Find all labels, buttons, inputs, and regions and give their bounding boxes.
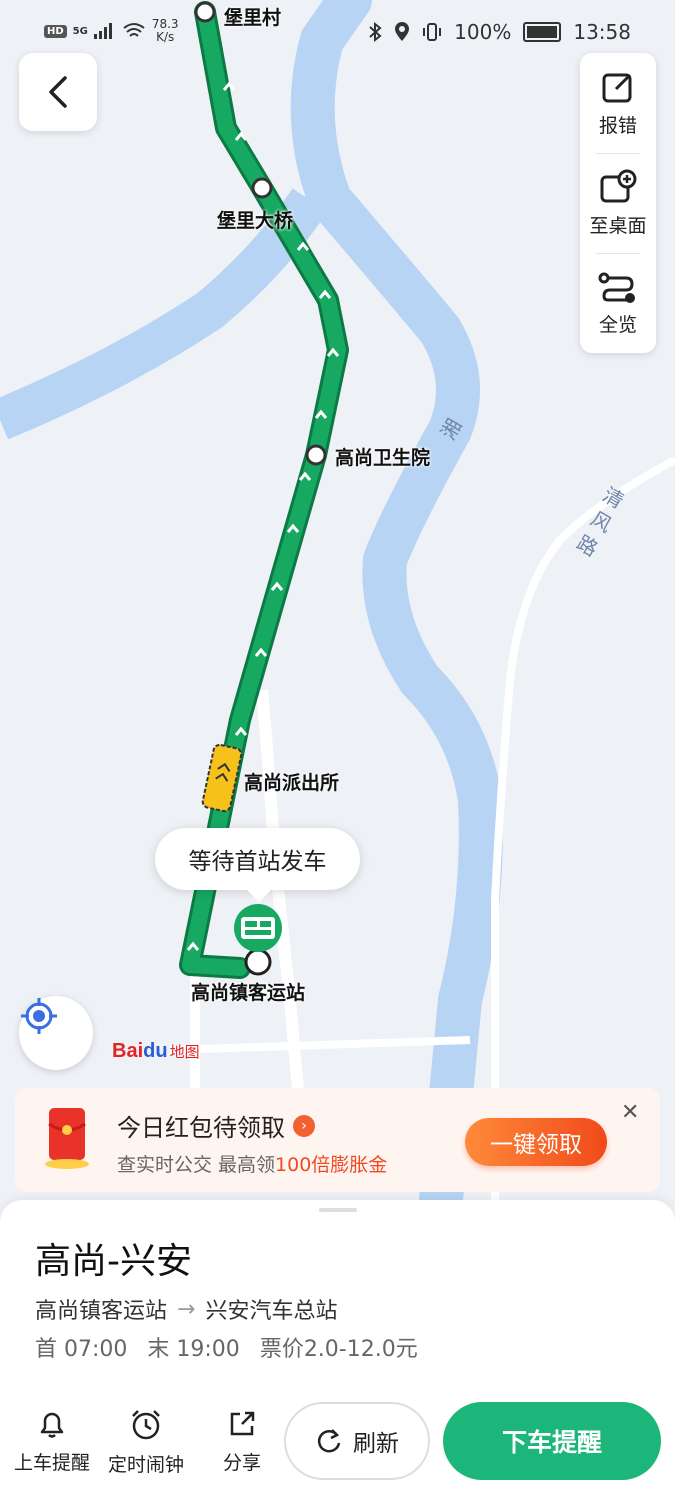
add-to-desktop-button[interactable]: 至桌面: [580, 153, 656, 253]
action-label: 定时闹钟: [108, 1454, 185, 1476]
close-icon[interactable]: ✕: [621, 1100, 639, 1125]
promo-subtitle: 查实时公交 最高领100倍膨胀金: [117, 1150, 387, 1177]
red-envelope-icon: [45, 1108, 89, 1169]
promo-title-row: 今日红包待领取 ›: [117, 1108, 315, 1143]
red-packet-banner[interactable]: 今日红包待领取 › 查实时公交 最高领100倍膨胀金 一键领取 ✕: [15, 1088, 660, 1192]
wifi-icon: [123, 23, 145, 37]
map-toolbar: 报错 至桌面 全览: [580, 53, 656, 353]
network-type: 5G: [72, 25, 88, 37]
vibrate-icon: [423, 23, 442, 41]
get-off-reminder-button[interactable]: 下车提醒: [443, 1402, 661, 1480]
locate-button[interactable]: [19, 996, 93, 1070]
stop-label-baolidaqiao: 堡里大桥: [217, 210, 294, 232]
action-label: 分享: [223, 1452, 262, 1474]
stop-marker: [305, 444, 327, 466]
report-error-button[interactable]: 报错: [580, 53, 656, 153]
bell-icon: [40, 1412, 64, 1438]
status-bar: HD 5G 78.3 K/s 100% 13:58: [0, 0, 675, 64]
refresh-label: 刷新: [353, 1431, 399, 1457]
drag-handle[interactable]: [319, 1208, 357, 1212]
claim-button[interactable]: 一键领取: [465, 1118, 607, 1166]
edit-icon: [602, 73, 632, 102]
alarm-clock-icon: [132, 1410, 160, 1440]
add-to-desktop-icon: [600, 169, 637, 202]
river-branch: [0, 188, 328, 440]
share-icon: [230, 1411, 255, 1436]
battery-percent: 100%: [454, 20, 512, 44]
first-stop-marker: [244, 948, 272, 976]
bluetooth-icon: [369, 22, 382, 42]
back-button[interactable]: [19, 53, 97, 131]
refresh-icon: [317, 1429, 341, 1453]
stop-label-gaoshang-hospital: 高尚卫生院: [335, 447, 431, 469]
baidu-map-logo: Baidu 地图: [112, 1040, 200, 1063]
bus-status-bubble: 等待首站发车: [155, 828, 360, 902]
promo-title: 今日红包待领取: [117, 1114, 285, 1142]
xiang-river: [290, 0, 503, 1210]
stop-marker: [251, 177, 273, 199]
chevron-left-icon: [49, 76, 67, 108]
first-bus-time: 首 07:00: [35, 1337, 128, 1362]
hd-indicator: HD: [44, 24, 67, 38]
logo-text: 地图: [169, 1044, 200, 1061]
last-bus-time: 末 19:00: [147, 1337, 240, 1362]
route-endpoints: 高尚镇客运站 → 兴安汽车总站: [35, 1293, 337, 1325]
refresh-button[interactable]: 刷新: [284, 1402, 430, 1480]
route-overview-icon: [598, 272, 635, 303]
route-overview-button[interactable]: 全览: [580, 253, 656, 353]
tool-label: 报错: [598, 114, 637, 137]
action-bar: 上车提醒 定时闹钟 分享 刷新 下车提醒: [0, 1392, 675, 1500]
battery-icon: [523, 22, 562, 42]
locate-icon: [21, 998, 57, 1034]
logo-text: du: [143, 1040, 168, 1062]
tool-label: 全览: [598, 313, 637, 336]
share-button[interactable]: 分享: [223, 1408, 261, 1475]
route-schedule: 首 07:00 末 19:00 票价2.0-12.0元: [35, 1331, 418, 1363]
map-canvas: [0, 0, 675, 1210]
signal-icon: [93, 23, 112, 39]
fare: 票价2.0-12.0元: [259, 1337, 418, 1362]
bus-icon[interactable]: [201, 743, 243, 813]
stop-label-gaoshang-police: 高尚派出所: [244, 772, 340, 794]
location-icon: [395, 22, 410, 41]
promo-highlight: 100倍膨胀金: [275, 1154, 388, 1176]
tool-label: 至桌面: [589, 214, 647, 237]
network-speed: 78.3 K/s: [152, 18, 179, 44]
route-destination: 兴安汽车总站: [205, 1299, 338, 1324]
route-name: 高尚-兴安: [35, 1241, 192, 1282]
arrow-right-icon: →: [177, 1296, 196, 1322]
map-view[interactable]: 堡里村 堡里大桥 高尚卫生院 高尚派出所 高尚镇客运站 湘 清 风 路 等待首站…: [0, 0, 675, 1210]
timer-alarm-button[interactable]: 定时闹钟: [108, 1408, 184, 1477]
route-origin: 高尚镇客运站: [35, 1299, 168, 1324]
stop-label-gaoshang-terminal: 高尚镇客运站: [191, 982, 306, 1004]
speed-unit: K/s: [156, 30, 175, 44]
logo-text: Bai: [112, 1040, 144, 1062]
action-label: 上车提醒: [14, 1452, 91, 1474]
speed-value: 78.3: [151, 17, 179, 31]
chevron-right-icon: ›: [293, 1114, 315, 1137]
promo-subtitle-text: 查实时公交 最高领: [117, 1154, 276, 1176]
bus-station-icon: [234, 904, 282, 952]
road: [169, 1036, 471, 1054]
board-reminder-button[interactable]: 上车提醒: [14, 1408, 90, 1475]
clock: 13:58: [573, 20, 631, 44]
